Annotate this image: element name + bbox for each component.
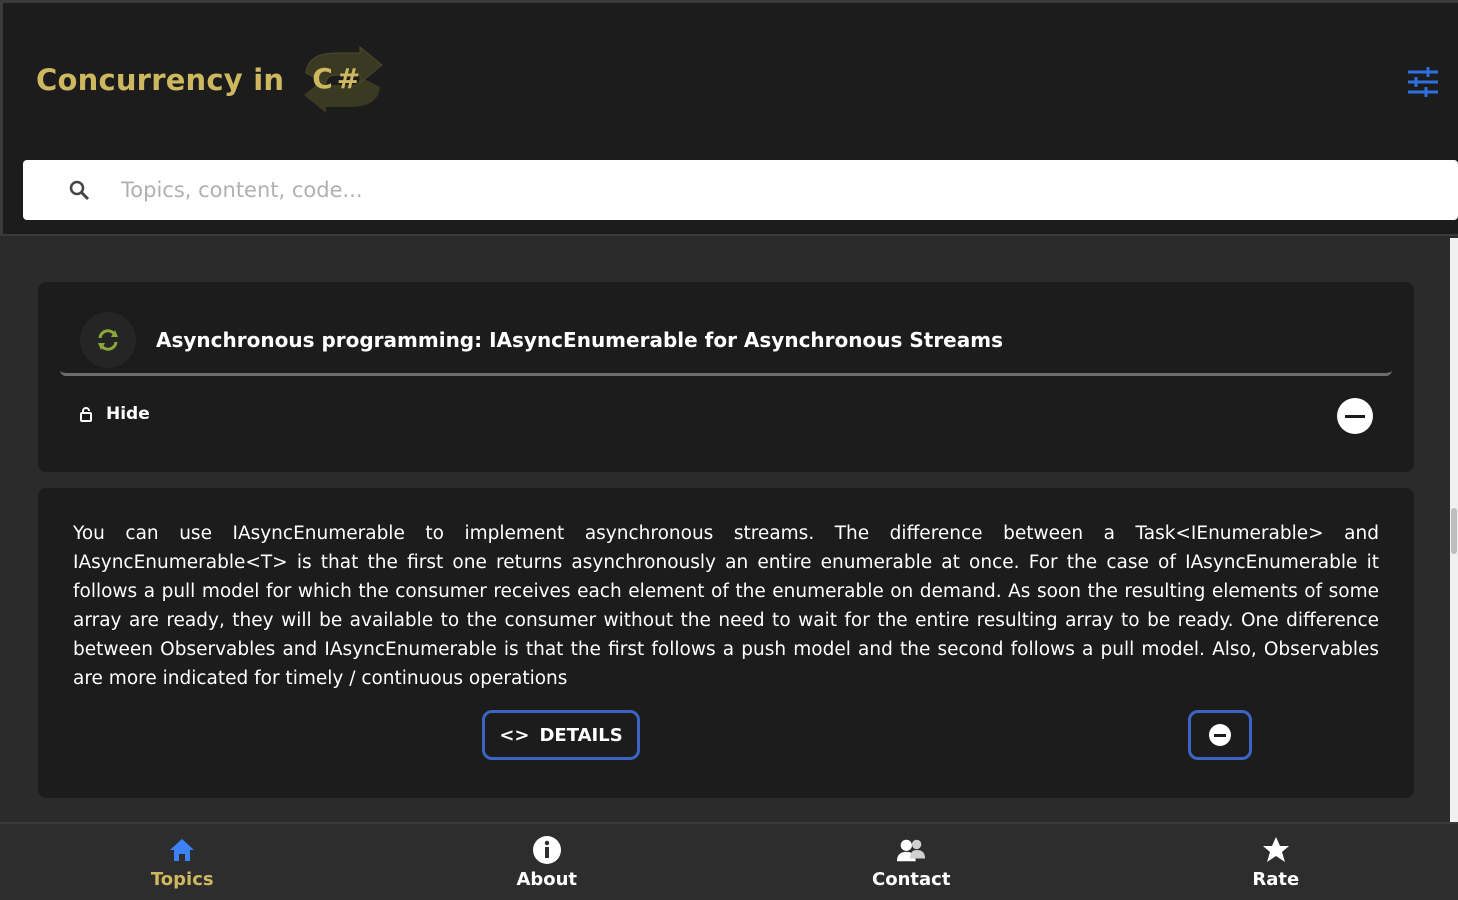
hide-toggle[interactable]: Hide [78,404,150,424]
bottom-nav: Topics About Contact Rate [0,822,1458,900]
search-bar [23,160,1458,220]
topic-detail-card: You can use IAsyncEnumerable to implemen… [38,488,1414,798]
topic-avatar [80,311,136,368]
settings-sliders-icon[interactable] [1406,65,1440,99]
logo-text: C# [312,62,365,95]
sync-icon [98,328,118,351]
details-button-label: DETAILS [539,724,623,746]
app-header: Concurrency in C# [0,0,1458,236]
topic-header[interactable]: Asynchronous programming: IAsyncEnumerab… [60,306,1392,376]
topic-description: You can use IAsyncEnumerable to implemen… [73,523,1379,689]
app-root: Concurrency in C# Topics, content, code.… [0,0,1458,900]
topic-card: Asynchronous programming: IAsyncEnumerab… [38,282,1414,472]
app-title: Concurrency in [36,63,285,97]
contact-icon [896,835,926,865]
lock-icon [80,407,92,422]
nav-label-about: About [516,868,578,890]
star-icon [1261,835,1291,865]
topic-title: Asynchronous programming: IAsyncEnumerab… [156,327,1003,352]
collapse-button[interactable] [1337,398,1373,434]
nav-label-topics: Topics [150,868,214,890]
nav-item-about[interactable]: About [365,824,730,900]
csharp-logo: C# [298,45,388,115]
scrollbar[interactable] [1450,238,1458,822]
hide-label: Hide [106,404,150,424]
remove-button[interactable] [1188,710,1252,760]
nav-label-rate: Rate [1252,868,1300,890]
nav-item-topics[interactable]: Topics [0,824,365,900]
scrollbar-thumb[interactable] [1451,508,1457,554]
minus-circle-icon [1209,724,1231,746]
nav-item-contact[interactable]: Contact [729,824,1094,900]
topic-list[interactable]: Asynchronous programming: IAsyncEnumerab… [0,238,1450,822]
search-icon [69,180,90,201]
minus-icon [1345,414,1365,418]
home-icon [167,835,197,865]
info-icon [532,835,562,865]
nav-item-rate[interactable]: Rate [1094,824,1458,900]
nav-label-contact: Contact [872,868,951,890]
code-icon: <> [499,724,530,746]
details-button[interactable]: <> DETAILS [482,710,640,760]
brand: Concurrency in C# [36,45,388,115]
search-input[interactable] [121,170,1371,210]
